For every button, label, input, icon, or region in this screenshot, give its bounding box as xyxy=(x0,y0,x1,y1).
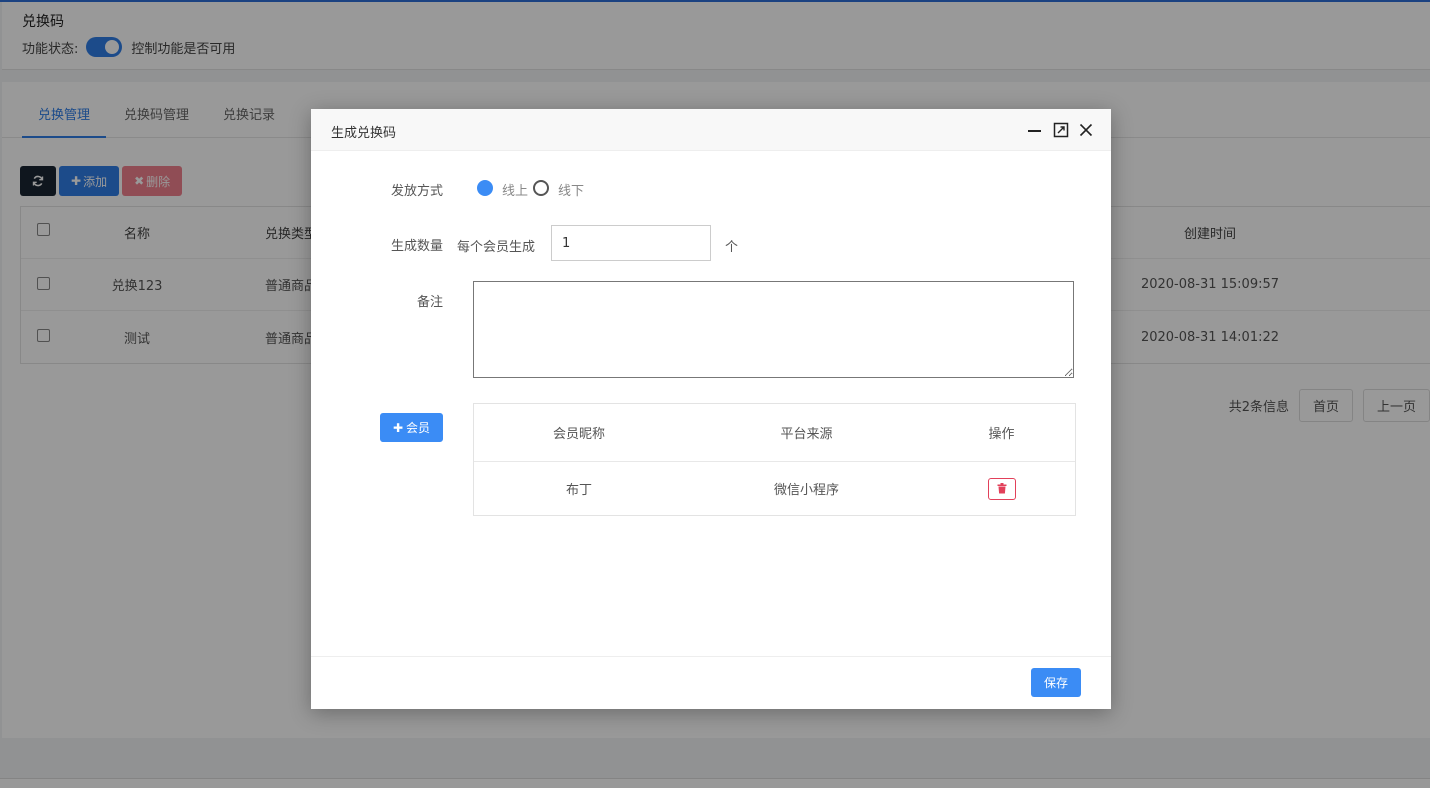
member-table-header: 会员昵称 平台来源 操作 xyxy=(474,404,1075,462)
member-table: 会员昵称 平台来源 操作 布丁 微信小程序 xyxy=(473,403,1076,516)
generate-code-dialog: 生成兑换码 发放方式 线上 线下 生成数量 每个会员生成 个 备注 ✚ 会员 会… xyxy=(311,109,1111,709)
quantity-input[interactable] xyxy=(551,225,711,261)
issue-method-label: 发放方式 xyxy=(390,184,443,199)
minimize-icon[interactable] xyxy=(1027,122,1043,138)
table-row: 布丁 微信小程序 xyxy=(474,462,1075,515)
column-header-action: 操作 xyxy=(988,427,1015,442)
add-member-label: 会员 xyxy=(406,421,431,435)
note-label: 备注 xyxy=(416,295,443,310)
radio-online[interactable] xyxy=(477,180,493,196)
note-textarea[interactable] xyxy=(473,281,1074,378)
dialog-title: 生成兑换码 xyxy=(331,126,397,141)
member-platform: 微信小程序 xyxy=(773,483,839,498)
quantity-unit: 个 xyxy=(725,240,739,255)
radio-online-label[interactable]: 线上 xyxy=(502,180,528,199)
radio-offline[interactable] xyxy=(533,180,549,196)
plus-icon: ✚ xyxy=(392,420,404,435)
member-action-cell xyxy=(944,462,1059,515)
column-header-platform: 平台来源 xyxy=(780,427,833,442)
close-icon[interactable] xyxy=(1078,122,1094,138)
quantity-prefix: 每个会员生成 xyxy=(457,240,536,255)
dialog-header: 生成兑换码 xyxy=(311,109,1111,151)
add-member-button[interactable]: ✚ 会员 xyxy=(380,413,443,442)
save-button[interactable]: 保存 xyxy=(1031,668,1081,697)
trash-icon xyxy=(997,483,1006,494)
maximize-icon[interactable] xyxy=(1053,122,1069,138)
dialog-footer: 保存 xyxy=(311,656,1111,709)
remove-member-button[interactable] xyxy=(987,477,1016,500)
column-header-nickname: 会员昵称 xyxy=(552,427,605,442)
member-nickname: 布丁 xyxy=(565,483,592,498)
quantity-label: 生成数量 xyxy=(390,239,443,254)
radio-offline-label[interactable]: 线下 xyxy=(558,180,584,199)
